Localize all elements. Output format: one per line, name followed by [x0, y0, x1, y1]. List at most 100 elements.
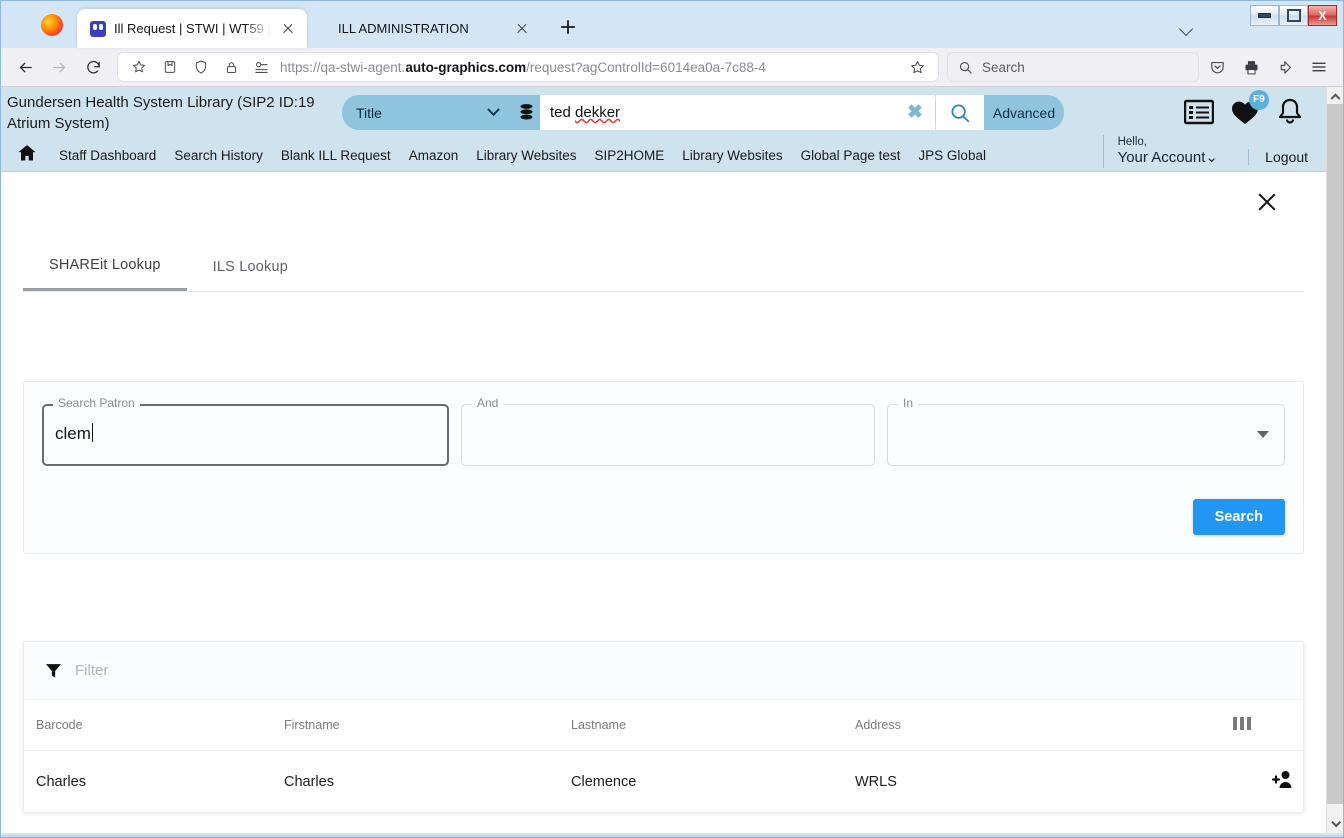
library-name: Gundersen Health System Library (SIP2 ID…: [7, 94, 315, 132]
maximize-button[interactable]: [1279, 5, 1308, 26]
browser-toolbar: https://qa-stwi-agent.auto-graphics.com/…: [1, 48, 1343, 87]
pocket-icon[interactable]: [1201, 52, 1233, 82]
lock-icon[interactable]: [220, 52, 242, 82]
search-type-select[interactable]: Title: [342, 95, 512, 130]
results-table-body: Charles Charles Clemence WRLS: [24, 751, 1303, 813]
my-lists-icon[interactable]: [1183, 99, 1215, 130]
col-header-firstname[interactable]: Firstname: [284, 700, 571, 751]
browser-tab-1[interactable]: Ill Request | STWI | WT59 | Auto-: [77, 9, 307, 48]
account-name: Your Account⌄: [1117, 149, 1218, 167]
close-window-button[interactable]: X: [1308, 5, 1337, 26]
columns-icon: [1233, 717, 1251, 730]
search-type-value: Title: [356, 104, 382, 121]
window-caption-buttons: X: [1250, 5, 1337, 26]
search-patron-label: Search Patron: [53, 396, 140, 410]
home-icon[interactable]: [17, 143, 37, 168]
text-caret: [91, 423, 93, 442]
in-label: In: [898, 396, 919, 410]
close-panel-icon[interactable]: [1254, 189, 1280, 215]
database-icon[interactable]: [512, 95, 540, 130]
nav-link-library-websites[interactable]: Library Websites: [467, 148, 585, 163]
lookup-tabs: SHAREit Lookup ILS Lookup: [23, 243, 1304, 292]
field-outline: [42, 404, 449, 466]
column-chooser-cell[interactable]: [1233, 700, 1303, 751]
browser-tab-2[interactable]: ILL ADMINISTRATION: [325, 9, 541, 48]
bookmark-star-icon[interactable]: [127, 52, 151, 82]
url-domain: auto-graphics.com: [405, 59, 527, 75]
chevron-down-icon[interactable]: [1176, 17, 1198, 39]
reload-icon[interactable]: [77, 52, 109, 82]
logout-link[interactable]: Logout: [1248, 149, 1308, 165]
scrollbar-track[interactable]: [1327, 104, 1343, 816]
nav-link-staff-dashboard[interactable]: Staff Dashboard: [50, 148, 165, 163]
search-submit-icon[interactable]: [936, 95, 984, 130]
scrollbar-thumb[interactable]: [1327, 104, 1343, 804]
browser-tab-2-label: ILL ADMINISTRATION: [338, 21, 469, 36]
cell-barcode: Charles: [36, 773, 86, 790]
page-scrollbar[interactable]: [1326, 87, 1343, 833]
account-menu[interactable]: Hello, Your Account⌄: [1102, 135, 1218, 169]
search-icon: [959, 61, 972, 74]
web-page: Gundersen Health System Library (SIP2 ID…: [1, 87, 1326, 833]
browser-tab-1-label: Ill Request | STWI | WT59 | Auto-: [114, 21, 271, 36]
cell-address: WRLS: [855, 773, 897, 790]
col-header-lastname[interactable]: Lastname: [571, 700, 855, 751]
row-action-cell[interactable]: [1233, 751, 1303, 813]
nav-link-blank-ill-request[interactable]: Blank ILL Request: [272, 148, 400, 163]
chevron-down-icon: [487, 103, 500, 117]
new-tab-button[interactable]: [555, 14, 581, 40]
browser-search-box[interactable]: Search: [947, 52, 1199, 82]
share-icon[interactable]: [1269, 52, 1301, 82]
filter-placeholder: Filter: [75, 662, 109, 679]
nav-link-jps-global[interactable]: JPS Global: [909, 148, 995, 163]
tab-close-icon[interactable]: [279, 20, 297, 38]
main-content: SHAREit Lookup ILS Lookup Search Patron …: [1, 173, 1326, 833]
scroll-up-icon[interactable]: [1327, 87, 1343, 104]
scroll-down-icon[interactable]: [1327, 816, 1343, 833]
results-panel: Filter Barcode Firstname Lastname Addres…: [23, 641, 1304, 813]
chevron-down-icon[interactable]: [1257, 431, 1269, 438]
advanced-search-button[interactable]: Advanced: [984, 95, 1064, 130]
print-icon[interactable]: [1235, 52, 1267, 82]
forward-icon[interactable]: [43, 52, 75, 82]
back-icon[interactable]: [9, 52, 41, 82]
minimize-button[interactable]: [1250, 5, 1279, 26]
tab-close-icon[interactable]: [513, 20, 531, 38]
cell-lastname: Clemence: [571, 773, 637, 790]
table-row[interactable]: Charles Charles Clemence WRLS: [24, 751, 1303, 813]
add-person-icon: [1271, 771, 1292, 788]
browser-search-placeholder: Search: [982, 59, 1025, 75]
url-suffix: /request?agControlId=6014ea0a-7c88-4: [526, 59, 766, 75]
address-bar[interactable]: https://qa-stwi-agent.auto-graphics.com/…: [117, 52, 939, 82]
url-prefix: https://qa-stwi-agent.: [280, 59, 406, 75]
search-button[interactable]: Search: [1192, 499, 1285, 535]
col-header-address[interactable]: Address: [855, 700, 1233, 751]
col-header-barcode[interactable]: Barcode: [24, 700, 284, 751]
nav-link-sip2home[interactable]: SIP2HOME: [586, 148, 674, 163]
tab-shareit-lookup[interactable]: SHAREit Lookup: [23, 243, 187, 291]
search-patron-field[interactable]: Search Patron clem: [42, 396, 449, 466]
and-field[interactable]: And: [461, 396, 875, 466]
nav-link-amazon[interactable]: Amazon: [400, 148, 468, 163]
nav-link-search-history[interactable]: Search History: [165, 148, 272, 163]
hamburger-menu-icon[interactable]: [1303, 52, 1335, 82]
permissions-icon[interactable]: [249, 52, 273, 82]
save-page-icon[interactable]: [158, 52, 182, 82]
catalog-search-value: ted dekker: [550, 104, 621, 121]
tab-ils-lookup[interactable]: ILS Lookup: [187, 243, 314, 291]
notifications-bell-icon[interactable]: [1276, 97, 1304, 132]
clear-search-icon[interactable]: ✖: [895, 95, 935, 130]
catalog-search-input[interactable]: ted dekker: [540, 95, 895, 130]
in-field[interactable]: In: [887, 396, 1285, 466]
browser-tab-strip: Ill Request | STWI | WT59 | Auto- ILL AD…: [1, 1, 1343, 48]
bookmark-this-page-icon[interactable]: [905, 52, 929, 82]
filter-bar[interactable]: Filter: [24, 642, 1303, 700]
nav-link-library-websites-2[interactable]: Library Websites: [673, 148, 791, 163]
header-icon-group: F9: [1183, 89, 1304, 132]
results-table-head: Barcode Firstname Lastname Address: [24, 700, 1303, 751]
favorites-heart-icon[interactable]: F9: [1230, 89, 1269, 131]
shield-icon[interactable]: [189, 52, 213, 82]
results-table: Barcode Firstname Lastname Address Charl…: [24, 700, 1303, 812]
nav-link-global-page-test[interactable]: Global Page test: [792, 148, 910, 163]
cell-firstname: Charles: [284, 773, 334, 790]
